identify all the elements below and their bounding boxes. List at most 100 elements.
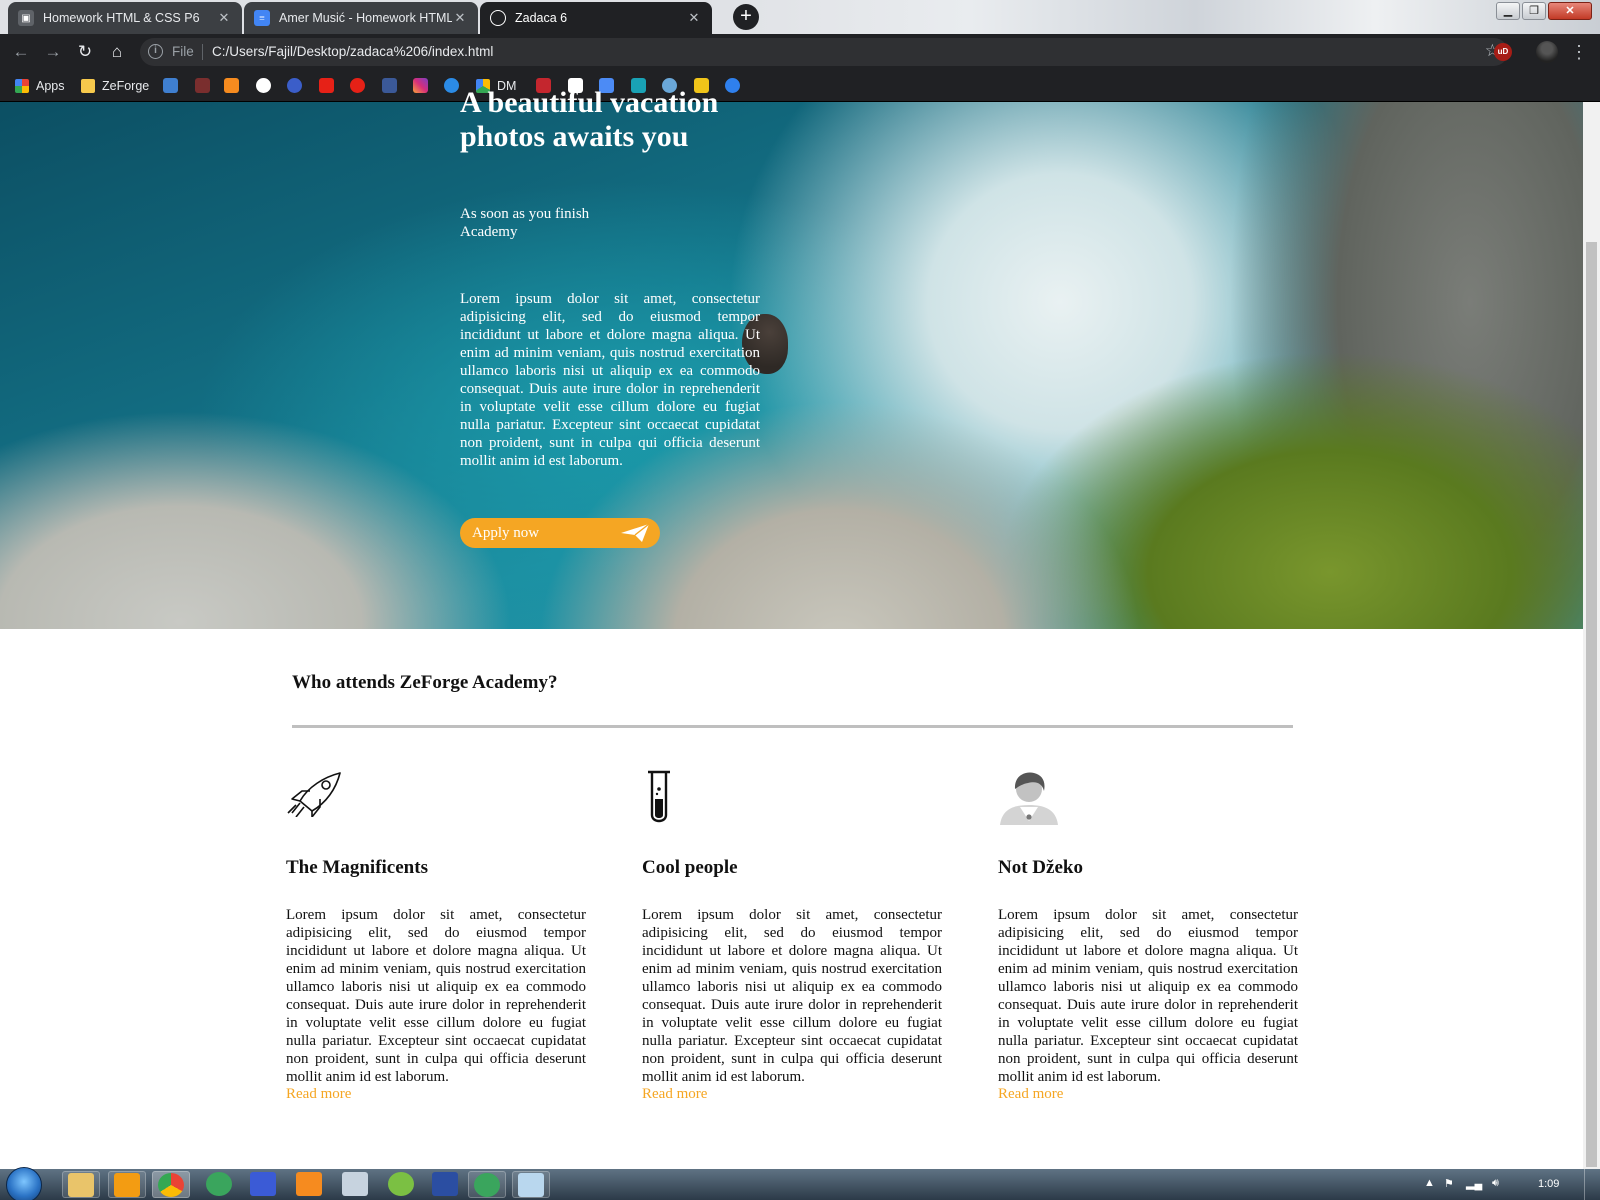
action-center-flag-icon[interactable]: ⚑ xyxy=(1444,1177,1454,1190)
home-icon[interactable]: ⌂ xyxy=(104,39,130,65)
taskbar-chrome[interactable] xyxy=(152,1171,190,1198)
reload-icon[interactable]: ↻ xyxy=(72,39,98,65)
folder-icon xyxy=(68,1173,94,1197)
back-arrow-icon[interactable]: ← xyxy=(8,39,34,65)
hero-subtitle: As soon as you finish Academy xyxy=(460,206,590,240)
bookmark-label: ZeForge xyxy=(102,79,150,93)
address-separator xyxy=(202,44,203,60)
read-more-link[interactable]: Read more xyxy=(286,1086,351,1103)
media-player-icon xyxy=(114,1173,140,1197)
read-more-link[interactable]: Read more xyxy=(642,1086,707,1103)
read-more-link[interactable]: Read more xyxy=(998,1086,1063,1103)
taskbar-app-icon[interactable] xyxy=(296,1172,322,1196)
card-heading: Cool people xyxy=(642,857,738,878)
youtube-music-icon[interactable] xyxy=(350,78,365,93)
show-desktop-button[interactable] xyxy=(1584,1169,1600,1200)
bookmark-cloud-icon[interactable] xyxy=(287,78,302,93)
chrome-menu-icon[interactable]: ⋮ xyxy=(1570,39,1588,65)
address-bar[interactable]: i File C:/Users/Fajil/Desktop/zadaca%206… xyxy=(140,38,1508,66)
youtube-icon[interactable] xyxy=(319,78,334,93)
card-icon-wrap xyxy=(642,769,942,833)
taskbar-app[interactable] xyxy=(468,1171,506,1198)
globe-icon xyxy=(490,10,506,26)
network-signal-icon[interactable]: ▂▄ xyxy=(1466,1177,1482,1190)
bookmark-apps[interactable]: Apps xyxy=(15,78,65,94)
close-tab-icon[interactable]: ✕ xyxy=(452,10,468,26)
profile-avatar[interactable] xyxy=(1536,41,1558,63)
card-text: Lorem ipsum dolor sit amet, consectetur … xyxy=(286,907,586,1085)
doctor-avatar-icon xyxy=(1000,772,1058,825)
apply-now-button[interactable]: Apply now xyxy=(460,518,660,548)
taskbar-app-icon[interactable] xyxy=(388,1172,414,1196)
forward-arrow-icon[interactable]: → xyxy=(40,39,66,65)
paper-plane-icon xyxy=(621,523,650,542)
classroom-icon: ▣ xyxy=(18,10,34,26)
card-icon-wrap xyxy=(286,769,586,833)
attendee-card-magnificents: The Magnificents Lorem ipsum dolor sit a… xyxy=(286,769,586,1102)
new-tab-button[interactable]: + xyxy=(733,4,759,30)
tray-expand-icon[interactable]: ▲ xyxy=(1424,1177,1435,1189)
attendees-section: Who attends ZeForge Academy? The Magnifi… xyxy=(0,629,1583,1169)
card-heading: The Magnificents xyxy=(286,857,428,878)
bookmark-zeforge[interactable]: ZeForge xyxy=(81,78,149,94)
tab-zadaca-6[interactable]: Zadaca 6 ✕ xyxy=(480,2,712,34)
bookmark-site-icon[interactable] xyxy=(163,78,178,93)
ublock-extension-icon[interactable]: uD xyxy=(1494,43,1512,61)
bookmark-label: Apps xyxy=(36,79,65,93)
tab-label: Amer Musić - Homework HTML i xyxy=(279,11,452,25)
card-text: Lorem ipsum dolor sit amet, consectetur … xyxy=(998,907,1298,1085)
hero-body-text: Lorem ipsum dolor sit amet, consectetur … xyxy=(460,291,760,469)
card-icon-wrap xyxy=(998,769,1298,833)
url-text[interactable]: C:/Users/Fajil/Desktop/zadaca%206/index.… xyxy=(212,44,493,59)
section-title: Who attends ZeForge Academy? xyxy=(292,672,558,693)
bookmark-globe-icon[interactable] xyxy=(256,78,271,93)
taskbar-media-player[interactable] xyxy=(108,1171,146,1198)
apply-now-label: Apply now xyxy=(472,525,540,541)
taskbar-app-icon[interactable] xyxy=(206,1172,232,1196)
docs-icon: ≡ xyxy=(254,10,270,26)
minimize-button[interactable]: ▁ xyxy=(1496,2,1520,20)
window-titlebar-background xyxy=(700,0,1600,34)
folder-icon xyxy=(81,79,95,93)
tab-strip: ▣ Homework HTML & CSS P6 ✕ ≡ Amer Musić … xyxy=(0,0,1600,34)
attendee-card-not-dzeko: Not Džeko Lorem ipsum dolor sit amet, co… xyxy=(998,769,1298,1102)
chrome-icon xyxy=(158,1173,184,1197)
test-tube-icon xyxy=(648,770,670,823)
windows-taskbar: ▲ ⚑ ▂▄ 🔊︎ 1:09 xyxy=(0,1167,1600,1200)
apps-grid-icon xyxy=(15,79,29,93)
tab-homework-doc[interactable]: ≡ Amer Musić - Homework HTML i ✕ xyxy=(244,2,478,34)
instagram-icon[interactable] xyxy=(413,78,428,93)
tab-label: Zadaca 6 xyxy=(515,11,568,25)
site-info-icon[interactable]: i xyxy=(148,44,163,59)
close-tab-icon[interactable]: ✕ xyxy=(216,10,232,26)
window-close-button[interactable]: ✕ xyxy=(1548,2,1592,20)
tab-homework-p6[interactable]: ▣ Homework HTML & CSS P6 ✕ xyxy=(8,2,242,34)
facebook-icon[interactable] xyxy=(382,78,397,93)
scheme-label: File xyxy=(172,44,194,59)
restore-button[interactable]: ❐ xyxy=(1522,2,1546,20)
onedrive-icon[interactable] xyxy=(444,78,459,93)
bookmark-stack-icon[interactable] xyxy=(224,78,239,93)
volume-icon[interactable]: 🔊︎ xyxy=(1492,1177,1499,1190)
attendee-card-cool-people: Cool people Lorem ipsum dolor sit amet, … xyxy=(642,769,942,1102)
close-tab-icon[interactable]: ✕ xyxy=(686,10,702,26)
taskbar-app-icon[interactable] xyxy=(342,1172,368,1196)
hero-banner xyxy=(0,102,1583,629)
bookmark-jobs-icon[interactable] xyxy=(195,78,210,93)
tab-label: Homework HTML & CSS P6 xyxy=(43,11,200,25)
taskbar-notepad[interactable] xyxy=(512,1171,550,1198)
card-text: Lorem ipsum dolor sit amet, consectetur … xyxy=(642,907,942,1085)
taskbar-app-icon[interactable] xyxy=(432,1172,458,1196)
clock[interactable]: 1:09 xyxy=(1538,1178,1559,1190)
taskbar-explorer[interactable] xyxy=(62,1171,100,1198)
bookmarks-bar: Apps ZeForge DM xyxy=(0,70,1600,102)
start-orb-button[interactable] xyxy=(6,1167,42,1200)
scrollbar-thumb[interactable] xyxy=(1586,242,1597,1167)
page-scrollbar[interactable] xyxy=(1583,102,1600,1169)
section-divider xyxy=(292,725,1293,728)
hero-title: A beautiful vacation photos awaits you xyxy=(460,86,719,153)
rocket-icon xyxy=(287,772,341,818)
browser-toolbar: ← → ↻ ⌂ i File C:/Users/Fajil/Desktop/za… xyxy=(0,34,1600,70)
taskbar-app-icon[interactable] xyxy=(250,1172,276,1196)
notepad-icon xyxy=(518,1173,544,1197)
